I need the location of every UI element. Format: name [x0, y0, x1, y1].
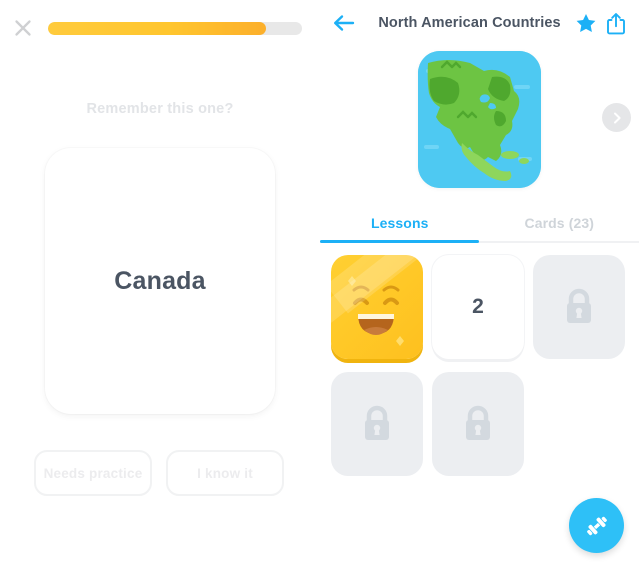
lesson-number: 2 — [472, 295, 484, 318]
app-screen: Remember this one? Canada Needs practice… — [0, 0, 639, 569]
dumbbell-icon — [586, 516, 607, 535]
practice-progress-fill — [48, 21, 267, 35]
flashcard-term: Canada — [114, 266, 206, 295]
north-america-map-image — [418, 51, 541, 188]
practice-fab-button[interactable] — [569, 498, 624, 553]
answer-button-row: Needs practice I know it — [0, 450, 320, 496]
flashcard-practice-pane: Remember this one? Canada Needs practice… — [0, 0, 320, 569]
lesson-tile-locked[interactable] — [432, 372, 524, 476]
lesson-grid: 2 — [320, 255, 639, 476]
practice-progress-row — [0, 14, 320, 42]
lesson-tile-locked[interactable] — [331, 372, 423, 476]
tab-lessons[interactable]: Lessons — [320, 202, 480, 244]
page-title: North American Countries — [378, 15, 561, 31]
needs-practice-button[interactable]: Needs practice — [34, 450, 152, 496]
arrow-left-icon[interactable] — [324, 3, 364, 43]
tab-cards[interactable]: Cards (23) — [480, 202, 639, 244]
deck-tabs: Lessons Cards (23) — [320, 202, 639, 244]
lesson-tile-locked[interactable] — [533, 255, 625, 359]
tabs-active-indicator — [320, 240, 479, 243]
close-icon[interactable] — [6, 11, 40, 45]
deck-header: North American Countries — [320, 0, 639, 46]
lock-icon — [567, 288, 591, 323]
smiling-face-icon — [348, 276, 404, 346]
deck-detail-pane: North American Countries Lessons Cards (… — [320, 0, 639, 569]
lesson-tile-completed[interactable] — [331, 255, 423, 359]
i-know-it-button[interactable]: I know it — [166, 450, 284, 496]
flashcard[interactable]: Canada — [45, 148, 275, 414]
share-icon[interactable] — [601, 6, 631, 40]
chevron-right-icon[interactable] — [602, 103, 631, 132]
star-icon[interactable] — [571, 6, 601, 40]
practice-prompt: Remember this one? — [86, 101, 234, 117]
lesson-tile-current[interactable]: 2 — [432, 255, 524, 359]
deck-hero — [320, 46, 639, 193]
lock-icon — [466, 405, 490, 440]
lock-icon — [365, 405, 389, 440]
practice-progress-bar — [48, 21, 302, 35]
